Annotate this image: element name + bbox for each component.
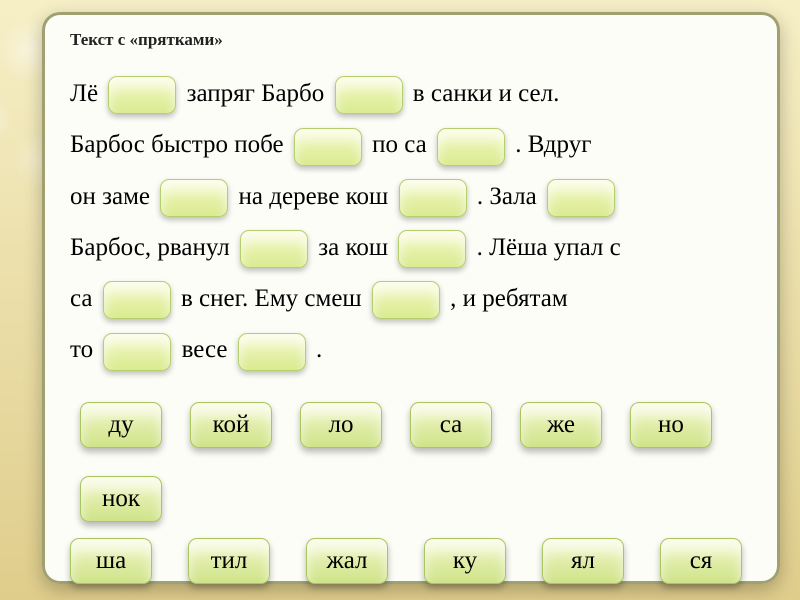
syllable-chip[interactable]: же: [520, 402, 602, 448]
text-fragment: в снег. Ему смеш: [175, 285, 368, 312]
syllable-chip[interactable]: нок: [80, 476, 162, 522]
syllable-chip[interactable]: са: [410, 402, 492, 448]
text-fragment: . Вдруг: [509, 131, 591, 158]
blank-slot[interactable]: [160, 179, 228, 217]
chip-row-1: дукойлосажено нок: [70, 402, 752, 522]
blank-slot[interactable]: [240, 230, 308, 268]
content-panel: Текст с «прятками» Лё запряг Барбо в сан…: [42, 12, 780, 584]
text-line: Барбос, рванул за кош . Лёша упал с: [70, 222, 752, 273]
blank-slot[interactable]: [294, 128, 362, 166]
syllable-chip[interactable]: ял: [542, 538, 624, 584]
syllable-chip[interactable]: жал: [306, 538, 388, 584]
syllable-chip[interactable]: кой: [190, 402, 272, 448]
text-fragment: . Зала: [471, 183, 543, 210]
blank-slot[interactable]: [335, 76, 403, 114]
syllable-chip[interactable]: ся: [660, 538, 742, 584]
text-fragment: .: [310, 336, 323, 363]
text-fragment: в санки и сел.: [407, 80, 560, 107]
blank-slot[interactable]: [103, 333, 171, 371]
syllable-chip[interactable]: ку: [424, 538, 506, 584]
text-fragment: то: [70, 336, 99, 363]
blank-slot[interactable]: [547, 179, 615, 217]
text-fragment: он заме: [70, 183, 156, 210]
text-fragment: Барбос, рванул: [70, 234, 236, 261]
text-fragment: . Лёша упал с: [470, 234, 620, 261]
syllable-chip[interactable]: ша: [70, 538, 152, 584]
text-line: он заме на дереве кош . Зала: [70, 171, 752, 222]
text-fragment: весе: [175, 336, 233, 363]
syllable-chip[interactable]: но: [630, 402, 712, 448]
syllable-chip[interactable]: ло: [300, 402, 382, 448]
blank-slot[interactable]: [399, 179, 467, 217]
page-title: Текст с «прятками»: [70, 30, 752, 50]
blank-slot[interactable]: [238, 333, 306, 371]
blank-slot[interactable]: [103, 281, 171, 319]
text-line: са в снег. Ему смеш , и ребятам: [70, 273, 752, 324]
text-line: Барбос быстро побе по са . Вдруг: [70, 119, 752, 170]
text-fragment: на дереве кош: [232, 183, 394, 210]
chip-row-2: шатилжалкуялся: [70, 538, 752, 584]
text-fragment: за кош: [312, 234, 394, 261]
blank-slot[interactable]: [398, 230, 466, 268]
blank-slot[interactable]: [372, 281, 440, 319]
syllable-chip[interactable]: тил: [188, 538, 270, 584]
text-fragment: Лё: [70, 80, 104, 107]
text-line: то весе .: [70, 324, 752, 375]
text-fragment: , и ребятам: [444, 285, 568, 312]
text-fragment: запряг Барбо: [180, 80, 330, 107]
fill-text: Лё запряг Барбо в санки и сел.Барбос быс…: [70, 68, 752, 376]
blank-slot[interactable]: [108, 76, 176, 114]
text-line: Лё запряг Барбо в санки и сел.: [70, 68, 752, 119]
syllable-chip[interactable]: ду: [80, 402, 162, 448]
text-fragment: Барбос быстро побе: [70, 131, 290, 158]
text-fragment: са: [70, 285, 99, 312]
blank-slot[interactable]: [437, 128, 505, 166]
text-fragment: по са: [366, 131, 433, 158]
